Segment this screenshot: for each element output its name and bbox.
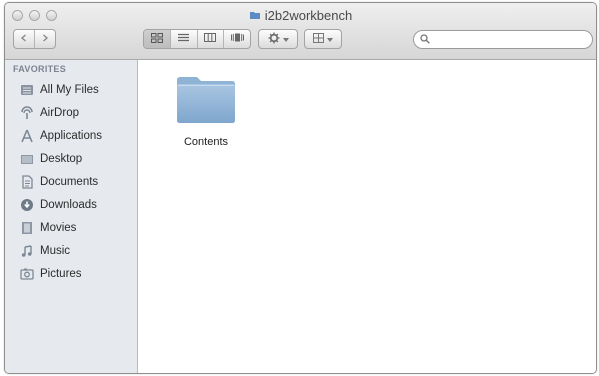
folder-proxy-icon[interactable]: [249, 9, 261, 21]
window-title: i2b2workbench: [5, 8, 596, 23]
sidebar-item-label: Documents: [40, 176, 99, 188]
chevron-left-icon: [20, 33, 28, 45]
folder-icon: [175, 74, 237, 129]
sidebar-item-documents[interactable]: Documents: [19, 172, 135, 192]
back-button[interactable]: [14, 30, 35, 48]
arrange-grid-icon: [313, 32, 324, 46]
music-icon: [19, 243, 35, 259]
nav-buttons: [13, 29, 56, 49]
pictures-icon: [19, 266, 35, 282]
sidebar: FAVORITES All My Files AirDrop Applicati…: [5, 60, 138, 373]
cover-flow-view-button[interactable]: [224, 30, 250, 48]
search-icon: [420, 31, 430, 49]
folder-item-label: Contents: [183, 136, 229, 148]
action-button[interactable]: [258, 29, 298, 49]
window-title-text: i2b2workbench: [264, 8, 353, 23]
chevron-down-icon: [327, 34, 333, 45]
sidebar-item-airdrop[interactable]: AirDrop: [19, 103, 135, 123]
sidebar-item-label: Downloads: [40, 199, 97, 211]
search-field[interactable]: [413, 30, 593, 49]
movies-icon: [19, 220, 35, 236]
grid-icon: [150, 32, 163, 46]
sidebar-item-music[interactable]: Music: [19, 241, 135, 261]
forward-button[interactable]: [35, 30, 55, 48]
icon-view-button[interactable]: [144, 30, 171, 48]
sidebar-item-label: AirDrop: [40, 107, 79, 119]
sidebar-item-label: Movies: [40, 222, 77, 234]
sidebar-item-label: All My Files: [40, 84, 99, 96]
arrange-button[interactable]: [304, 29, 342, 49]
sidebar-item-label: Applications: [40, 130, 103, 142]
sidebar-item-all-my-files[interactable]: All My Files: [19, 80, 135, 100]
finder-window: i2b2workbench FAVORITES All My Files Air…: [4, 2, 597, 374]
list-view-button[interactable]: [171, 30, 198, 48]
file-browser-pane: Contents: [138, 60, 596, 373]
search-input[interactable]: [433, 32, 587, 47]
gear-icon: [268, 32, 280, 47]
chevron-right-icon: [41, 33, 49, 45]
sidebar-item-movies[interactable]: Movies: [19, 218, 135, 238]
all-files-icon: [19, 82, 35, 98]
airdrop-icon: [19, 105, 35, 121]
downloads-icon: [19, 197, 35, 213]
toolbar: i2b2workbench: [5, 3, 596, 60]
sidebar-item-downloads[interactable]: Downloads: [19, 195, 135, 215]
view-mode-control: [143, 29, 251, 49]
chevron-down-icon: [282, 34, 289, 45]
sidebar-item-desktop[interactable]: Desktop: [19, 149, 135, 169]
sidebar-item-label: Pictures: [40, 268, 82, 280]
columns-icon: [204, 33, 217, 45]
folder-item-contents[interactable]: Contents: [174, 74, 238, 148]
sidebar-item-pictures[interactable]: Pictures: [19, 264, 135, 284]
desktop-icon: [19, 151, 35, 167]
sidebar-item-applications[interactable]: Applications: [19, 126, 135, 146]
sidebar-item-label: Desktop: [40, 153, 83, 165]
sidebar-section-favorites: FAVORITES: [13, 64, 67, 74]
column-view-button[interactable]: [198, 30, 225, 48]
list-icon: [178, 33, 190, 45]
documents-icon: [19, 174, 35, 190]
sidebar-item-label: Music: [40, 245, 71, 257]
cover-flow-icon: [230, 33, 244, 45]
applications-icon: [19, 128, 35, 144]
